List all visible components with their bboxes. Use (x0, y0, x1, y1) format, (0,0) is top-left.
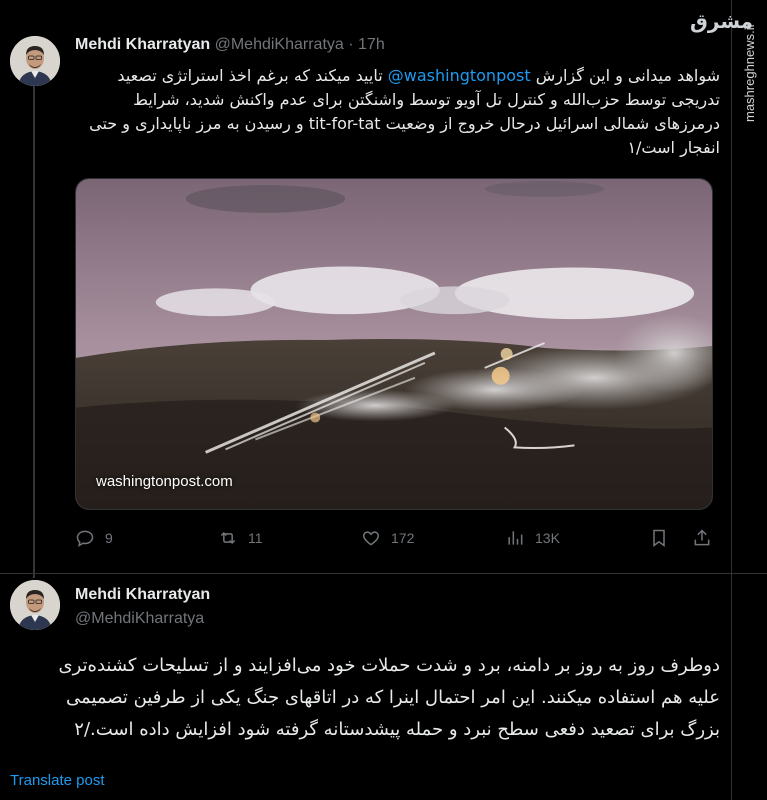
tweet-text: شواهد میدانی و این گزارش @washingtonpost… (72, 64, 720, 160)
author-name[interactable]: Mehdi Kharratyan (75, 586, 210, 604)
avatar-photo (10, 36, 60, 86)
media-source-caption: washingtonpost.com (96, 473, 233, 490)
translate-post-link[interactable]: Translate post (10, 772, 105, 789)
avatar-photo (10, 580, 60, 630)
bookmark-icon (653, 529, 665, 547)
timeline-border (731, 0, 732, 800)
share-icon (694, 529, 710, 546)
tweet-actions: 9 11 172 13K (75, 528, 720, 554)
timestamp[interactable]: 17h (358, 36, 385, 53)
avatar[interactable] (10, 36, 60, 86)
retweet-icon (220, 531, 236, 545)
watermark-site: mashreghnews.ir (742, 23, 757, 122)
thread-connector (33, 86, 35, 578)
separator: · (348, 36, 354, 53)
like-count: 172 (391, 530, 415, 546)
retweet-count: 11 (248, 530, 263, 546)
tweet-header: Mehdi Kharratyan @MehdiKharratya · 17h (75, 36, 385, 54)
retweet-button[interactable]: 11 (218, 528, 263, 548)
tweet-divider (0, 573, 767, 574)
author-name[interactable]: Mehdi Kharratyan (75, 36, 210, 53)
mention-link[interactable]: @washingtonpost (388, 66, 531, 85)
views-icon (508, 531, 523, 545)
avatar[interactable] (10, 580, 60, 630)
share-button[interactable] (692, 528, 712, 548)
like-icon (362, 531, 380, 546)
reply-button[interactable]: 9 (75, 528, 113, 548)
like-button[interactable]: 172 (361, 528, 414, 548)
tweet-text: دوطرف روز به روز بر دامنه، برد و شدت حمل… (58, 655, 720, 740)
tweet-media-image[interactable]: washingtonpost.com (75, 178, 713, 510)
tweet-text-part: شواهد میدانی و این گزارش (530, 66, 720, 85)
author-handle[interactable]: @MehdiKharratya (215, 36, 344, 53)
views-count: 13K (535, 530, 560, 546)
reply-icon (76, 530, 94, 547)
media-photo (76, 179, 712, 509)
reply-count: 9 (105, 530, 113, 546)
views-button[interactable]: 13K (505, 528, 560, 548)
watermark-logo: مشرق (690, 9, 754, 33)
author-handle[interactable]: @MehdiKharratya (75, 610, 204, 628)
bookmark-button[interactable] (649, 528, 669, 548)
